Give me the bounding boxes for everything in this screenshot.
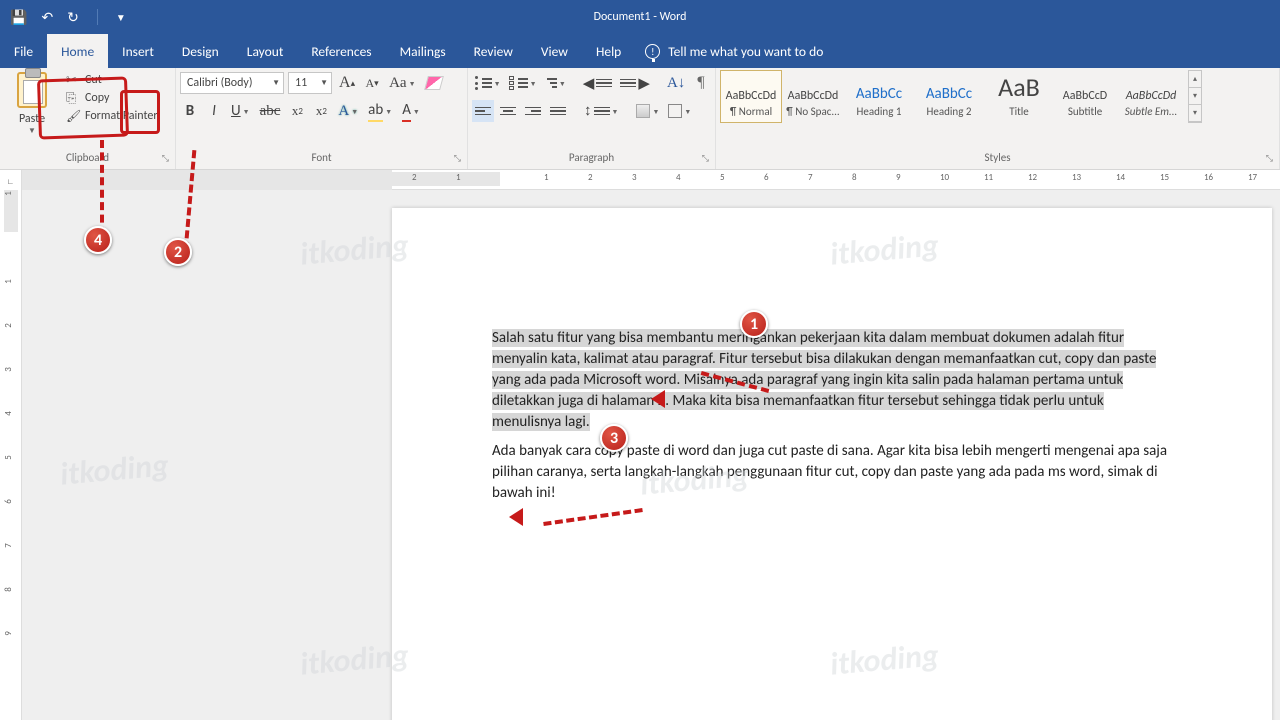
paste-label: Paste [19,112,45,126]
redo-icon[interactable]: ↻ [67,9,79,26]
format-painter-icon [66,109,80,123]
tab-insert[interactable]: Insert [108,34,168,68]
qa-customize-icon[interactable]: ▼ [116,11,126,24]
border-icon [668,104,682,118]
clear-formatting-button[interactable] [423,72,445,94]
increase-indent-button[interactable]: ▶ [618,72,653,94]
tab-home[interactable]: Home [47,34,108,68]
tab-mailings[interactable]: Mailings [386,34,460,68]
document-area: 21123456789 Salah satu fitur yang bisa m… [0,190,1280,720]
multilevel-list-button[interactable]: ▼ [542,72,568,94]
ribbon-tabs: File Home Insert Design Layout Reference… [0,34,1280,68]
bullets-button[interactable]: ▼ [472,72,503,94]
style-title[interactable]: AaBTitle [984,70,1054,123]
paste-icon [17,72,47,108]
clipboard-launcher[interactable]: ⤡ [162,153,169,164]
style-heading2[interactable]: AaBbCcHeading 2 [914,70,984,123]
cut-button[interactable]: Cut [64,72,160,88]
tab-design[interactable]: Design [168,34,233,68]
tab-review[interactable]: Review [460,34,527,68]
tab-file[interactable]: File [0,34,47,68]
paragraph-group-label: Paragraph⤡ [472,151,711,169]
style-subtle-emphasis[interactable]: AaBbCcDdSubtle Em... [1116,70,1186,123]
align-left-button[interactable] [472,100,494,122]
undo-icon[interactable]: ↶ [41,9,53,26]
font-launcher[interactable]: ⤡ [454,153,461,164]
text-effects-button[interactable]: A▼ [335,100,361,122]
bold-button[interactable]: B [180,100,200,122]
borders-button[interactable]: ▼ [665,100,694,122]
format-painter-button[interactable]: Format Painter [64,108,160,124]
sort-button[interactable]: A↓ [664,72,688,94]
font-size-combo[interactable]: 11▼ [288,72,332,94]
window-title: Document1 - Word [594,10,687,24]
change-case-button[interactable]: Aa▼ [386,72,418,94]
style-heading1[interactable]: AaBbCcHeading 1 [844,70,914,123]
tell-me-label: Tell me what you want to do [668,43,823,60]
tab-view[interactable]: View [527,34,582,68]
tab-help[interactable]: Help [582,34,635,68]
numbering-button[interactable]: ▼ [506,72,539,94]
copy-icon [66,91,80,105]
paragraph-launcher[interactable]: ⤡ [702,153,709,164]
ruler-tab-selector[interactable]: ∟ [0,170,22,190]
italic-button[interactable]: I [204,100,224,122]
tab-layout[interactable]: Layout [233,34,298,68]
vertical-ruler[interactable]: 21123456789 [0,190,22,720]
style-normal[interactable]: AaBbCcDd¶ Normal [720,70,782,123]
shrink-font-button[interactable]: A▾ [362,72,382,94]
shading-icon [636,104,650,118]
copy-button[interactable]: Copy [64,90,160,106]
font-name-combo[interactable]: Calibri (Body)▼ [180,72,284,94]
save-icon[interactable]: 💾 [10,9,27,26]
shading-button[interactable]: ▼ [633,100,662,122]
align-right-button[interactable] [522,100,544,122]
paragraph-2[interactable]: Ada banyak cara copy paste di word dan j… [492,441,1172,504]
justify-button[interactable] [547,100,569,122]
document-page[interactable]: Salah satu fitur yang bisa membantu meri… [392,208,1272,720]
style-subtitle[interactable]: AaBbCcDSubtitle [1054,70,1116,123]
decrease-indent-button[interactable]: ◀ [580,72,615,94]
qa-separator [97,9,98,25]
annotation-line-4 [100,140,104,235]
style-no-spacing[interactable]: AaBbCcDd¶ No Spac... [782,70,844,123]
eraser-icon [424,76,444,90]
paste-button[interactable]: Paste ▼ [4,70,60,136]
underline-button[interactable]: U▼ [228,100,253,122]
tell-me-search[interactable]: ! Tell me what you want to do [645,34,823,68]
styles-launcher[interactable]: ⤡ [1266,153,1273,164]
show-marks-button[interactable]: ¶ [691,72,711,94]
superscript-button[interactable]: x2 [311,100,331,122]
font-color-button[interactable]: A▼ [399,100,423,122]
strikethrough-button[interactable]: abc [257,100,284,122]
cut-icon [66,73,80,87]
subscript-button[interactable]: x2 [287,100,307,122]
paragraph-1-selection[interactable]: Salah satu fitur yang bisa membantu meri… [492,329,1156,431]
font-group-label: Font⤡ [180,151,463,169]
styles-group-label: Styles⤡ [720,151,1275,169]
title-bar: 💾 ↶ ↻ ▼ Document1 - Word [0,0,1280,34]
tab-references[interactable]: References [297,34,385,68]
line-spacing-button[interactable]: ↕▼ [581,100,621,122]
clipboard-group-label: Clipboard⤡ [4,151,171,169]
styles-scroll[interactable]: ▴▾▾ [1188,70,1202,123]
align-center-button[interactable] [497,100,519,122]
styles-gallery[interactable]: AaBbCcDd¶ Normal AaBbCcDd¶ No Spac... Aa… [720,70,1186,123]
grow-font-button[interactable]: A▴ [336,72,358,94]
highlight-button[interactable]: ab▼ [365,100,395,122]
bulb-icon: ! [645,44,660,59]
